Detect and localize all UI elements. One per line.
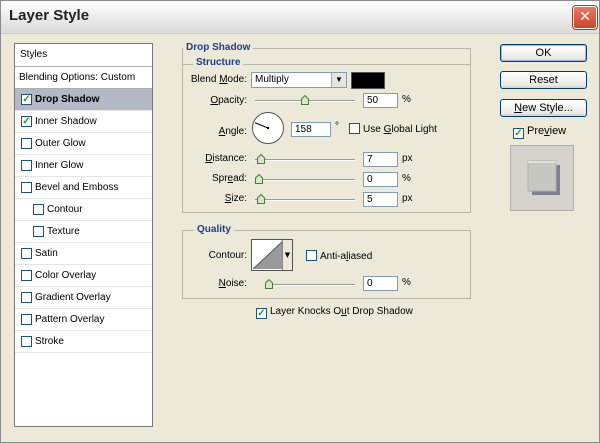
spread-unit: % <box>402 173 411 184</box>
preview-swatch-icon <box>527 160 560 195</box>
angle-input[interactable]: 158 <box>291 122 331 137</box>
noise-label: Noise: <box>218 278 247 289</box>
style-item-label: Pattern Overlay <box>35 314 105 325</box>
new-style-button[interactable]: New Style... <box>500 99 587 117</box>
title-bar[interactable]: Layer Style ✕ <box>1 1 599 34</box>
reset-button[interactable]: Reset <box>500 71 587 89</box>
styles-header[interactable]: Styles <box>15 44 152 67</box>
slider-thumb-icon[interactable] <box>265 279 273 289</box>
size-unit: px <box>402 193 413 204</box>
distance-unit: px <box>402 153 413 164</box>
anti-aliased-checkbox[interactable]: Anti-aliased <box>306 250 372 262</box>
contour-picker[interactable]: ▼ <box>251 239 293 271</box>
noise-input[interactable]: 0 <box>363 276 398 291</box>
size-slider[interactable] <box>255 194 355 204</box>
style-item-inner-shadow[interactable]: ✓ Inner Shadow <box>15 111 152 133</box>
style-preview <box>510 145 574 211</box>
style-item-label: Inner Glow <box>35 160 84 171</box>
angle-label: Angle: <box>218 126 247 137</box>
contour-label: Contour: <box>208 250 247 261</box>
contour-curve-icon <box>253 241 283 269</box>
checkbox-box[interactable] <box>21 336 32 347</box>
checkbox-box[interactable] <box>21 160 32 171</box>
blend-mode-select[interactable]: Multiply ▼ <box>251 72 347 88</box>
blend-mode-label: Blend Mode: <box>190 74 247 85</box>
spread-slider[interactable] <box>255 174 355 184</box>
style-item-color-overlay[interactable]: Color Overlay <box>15 265 152 287</box>
noise-slider[interactable] <box>265 279 355 289</box>
checkbox-box[interactable] <box>21 314 32 325</box>
spread-label: Spread: <box>211 173 247 184</box>
preview-checkbox[interactable]: ✓ Preview <box>513 125 566 139</box>
style-item-label: Color Overlay <box>35 270 97 281</box>
style-item-bevel-and-emboss[interactable]: Bevel and Emboss <box>15 177 152 199</box>
styles-list: ✓ Drop Shadow ✓ Inner Shadow Outer Glow Inner… <box>15 89 152 353</box>
blend-mode-value: Multiply <box>255 74 289 85</box>
ok-button[interactable]: OK <box>500 44 587 62</box>
size-input[interactable]: 5 <box>363 192 398 207</box>
use-global-light-checkbox[interactable]: Use Global Light <box>349 123 437 135</box>
angle-dial-icon[interactable] <box>251 111 285 145</box>
opacity-label: Opacity: <box>210 95 247 106</box>
opacity-input[interactable]: 50 <box>363 93 398 108</box>
style-item-label: Texture <box>47 226 80 237</box>
opacity-slider[interactable] <box>255 95 355 105</box>
style-item-satin[interactable]: Satin <box>15 243 152 265</box>
angle-unit: ° <box>335 121 339 132</box>
style-item-label: Outer Glow <box>35 138 86 149</box>
style-item-texture[interactable]: Texture <box>15 221 152 243</box>
dialog-title: Layer Style <box>9 7 90 24</box>
distance-input[interactable]: 7 <box>363 152 398 167</box>
opacity-unit: % <box>402 94 411 105</box>
style-item-label: Bevel and Emboss <box>35 182 119 193</box>
checkbox-box[interactable] <box>21 182 32 193</box>
style-item-label: Inner Shadow <box>35 116 97 127</box>
checkbox-box[interactable] <box>21 270 32 281</box>
checkbox-box[interactable] <box>306 250 317 261</box>
checkbox-box[interactable] <box>349 123 360 134</box>
checkbox-box[interactable] <box>21 248 32 259</box>
checkbox-box[interactable] <box>33 204 44 215</box>
checkbox-box[interactable]: ✓ <box>256 308 267 319</box>
distance-label: Distance: <box>205 153 247 164</box>
drop-shadow-title: Drop Shadow <box>183 42 254 53</box>
checkbox-box[interactable] <box>33 226 44 237</box>
checkbox-box[interactable]: ✓ <box>21 94 32 105</box>
style-item-gradient-overlay[interactable]: Gradient Overlay <box>15 287 152 309</box>
structure-title: Structure <box>193 57 244 68</box>
slider-thumb-icon[interactable] <box>256 154 265 164</box>
blending-options-item[interactable]: Blending Options: Custom <box>15 67 152 89</box>
slider-thumb-icon[interactable] <box>301 95 309 105</box>
close-button[interactable]: ✕ <box>572 5 598 30</box>
distance-slider[interactable] <box>255 154 355 164</box>
noise-unit: % <box>402 277 411 288</box>
quality-title: Quality <box>194 224 234 235</box>
checkbox-box[interactable] <box>21 138 32 149</box>
style-item-drop-shadow[interactable]: ✓ Drop Shadow <box>15 89 152 111</box>
style-item-pattern-overlay[interactable]: Pattern Overlay <box>15 309 152 331</box>
checkbox-box[interactable]: ✓ <box>513 128 524 139</box>
style-item-label: Contour <box>47 204 83 215</box>
styles-panel: Styles Blending Options: Custom ✓ Drop Sh… <box>14 43 153 427</box>
style-item-contour[interactable]: Contour <box>15 199 152 221</box>
size-label: Size: <box>224 193 247 204</box>
style-item-label: Drop Shadow <box>35 94 100 105</box>
shadow-color-swatch[interactable] <box>351 72 385 89</box>
slider-thumb-icon[interactable] <box>255 174 263 184</box>
style-item-label: Stroke <box>35 336 64 347</box>
layer-style-dialog: Layer Style ✕ Styles Blending Options: C… <box>0 0 600 443</box>
style-item-stroke[interactable]: Stroke <box>15 331 152 353</box>
knockout-checkbox[interactable]: ✓ Layer Knocks Out Drop Shadow <box>256 306 413 319</box>
slider-thumb-icon[interactable] <box>256 194 265 204</box>
style-item-inner-glow[interactable]: Inner Glow <box>15 155 152 177</box>
style-item-label: Gradient Overlay <box>35 292 111 303</box>
style-item-label: Satin <box>35 248 58 259</box>
checkbox-box[interactable] <box>21 292 32 303</box>
checkbox-box[interactable]: ✓ <box>21 116 32 127</box>
chevron-down-icon: ▼ <box>331 73 346 87</box>
spread-input[interactable]: 0 <box>363 172 398 187</box>
style-item-outer-glow[interactable]: Outer Glow <box>15 133 152 155</box>
chevron-down-icon[interactable]: ▼ <box>282 240 292 270</box>
